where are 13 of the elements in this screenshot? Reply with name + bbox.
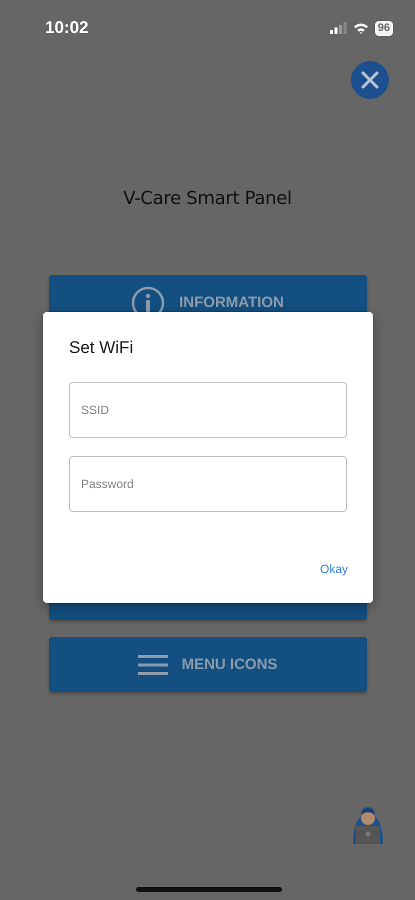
battery-level: 96 xyxy=(374,20,393,36)
app-title: V-Care Smart Panel xyxy=(122,188,293,211)
input-field[interactable]: Password xyxy=(69,456,347,512)
wifi-icon xyxy=(352,22,369,34)
close-button[interactable] xyxy=(351,61,389,99)
input-field[interactable]: SSID xyxy=(69,382,347,438)
okay-button[interactable]: Okay xyxy=(316,558,352,580)
dialog-title: Set WiFi xyxy=(69,338,134,359)
close-icon xyxy=(361,71,379,89)
menu-icon xyxy=(138,654,168,676)
status-time: 10:02 xyxy=(45,18,90,38)
signal-icon xyxy=(330,22,347,34)
menu-button[interactable]: MENU ICONS xyxy=(48,637,366,692)
